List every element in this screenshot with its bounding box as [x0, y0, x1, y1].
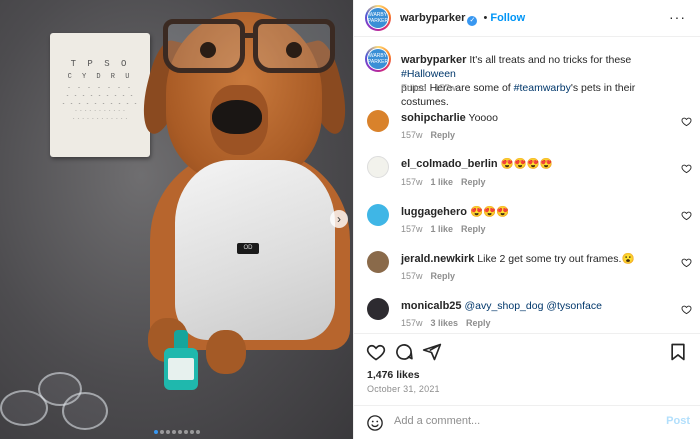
eye-chart-row: - - - - - - - — [67, 85, 133, 91]
post-comment-button[interactable]: Post — [666, 415, 690, 427]
heart-icon[interactable] — [681, 163, 692, 174]
comment-username[interactable]: monicalb25 — [401, 300, 462, 312]
separator-dot: • — [483, 12, 488, 24]
emoji-smiley-icon[interactable] — [366, 414, 384, 432]
comment-age: 157w — [401, 271, 423, 281]
carousel-dot[interactable] — [183, 430, 188, 434]
post-date: October 31, 2021 — [367, 384, 440, 394]
comment-likes[interactable]: 3 likes — [431, 318, 459, 328]
bookmark-icon[interactable] — [668, 342, 688, 362]
post-actions — [354, 333, 700, 363]
carousel-dots — [0, 425, 353, 437]
comment-text: sohipcharlie Yoooo — [401, 111, 676, 125]
coat-badge: OD — [237, 243, 259, 254]
heart-icon[interactable] — [681, 210, 692, 221]
comment-body: 😍😍😍 — [469, 206, 510, 218]
comment-age: 157w — [401, 318, 423, 328]
comment-age: 157w — [401, 177, 423, 187]
comment-meta: 157w 1 like Reply — [401, 177, 486, 187]
carousel-dot[interactable] — [171, 430, 176, 434]
comment-likes[interactable]: 1 like — [431, 177, 454, 187]
caption-text: It's all treats and no tricks for these — [466, 54, 632, 66]
dog-paw-right — [206, 330, 246, 374]
dog-nose — [212, 100, 262, 134]
commenter-avatar[interactable] — [367, 204, 389, 226]
carousel-dot[interactable] — [189, 430, 194, 434]
eye-chart-row: - - - - - - - - - - - - — [72, 117, 128, 121]
heart-icon[interactable] — [681, 116, 692, 127]
eye-chart-row: - - - - - - - - - - - — [74, 109, 126, 113]
avatar-logo-text: WARBY PARKER — [368, 8, 388, 28]
post-side-panel: WARBY PARKER warbyparker ✓ • Follow ··· WA… — [353, 0, 700, 439]
eye-chart-row: T P S O — [70, 59, 130, 69]
carousel-dot[interactable] — [195, 430, 200, 434]
avatar-logo-text: WARBY PARKER — [368, 49, 388, 69]
author-avatar[interactable]: WARBY PARKER — [365, 5, 391, 31]
comment-body: Like 2 get some try out frames.😮 — [477, 253, 635, 265]
eye-chart: T P S O C Y D R U - - - - - - - - - - - … — [50, 33, 150, 157]
author-username[interactable]: warbyparker — [400, 12, 465, 24]
carousel-dot[interactable] — [159, 430, 164, 434]
comment-username[interactable]: jerald.newkirk — [401, 253, 474, 265]
add-comment-bar: Post — [354, 405, 700, 439]
carousel-dot[interactable] — [177, 430, 182, 434]
share-paper-plane-icon[interactable] — [422, 342, 442, 362]
reply-button[interactable]: Reply — [431, 130, 456, 140]
comments-list[interactable]: WARBY PARKER warbyparker It's all treats… — [354, 38, 700, 328]
comment-meta: 157w 1 like Reply — [401, 224, 486, 234]
comment-text: el_colmado_berlin 😍😍😍😍 — [401, 157, 676, 171]
comment-likes[interactable]: 1 like — [431, 224, 454, 234]
dog-glasses — [153, 19, 335, 75]
mention-link[interactable]: @avy_shop_dog — [464, 300, 543, 312]
more-options-icon[interactable]: ··· — [669, 10, 686, 24]
caption-username[interactable]: warbyparker — [401, 54, 466, 66]
caption-meta: Edited · 157w — [401, 83, 457, 93]
eye-drop-bottle — [164, 330, 198, 390]
commenter-avatar[interactable] — [367, 156, 389, 178]
carousel-dot[interactable] — [153, 430, 158, 434]
comment-username[interactable]: el_colmado_berlin — [401, 158, 498, 170]
likes-count[interactable]: 1,476 likes — [367, 369, 420, 381]
comment-bubble-icon[interactable] — [394, 342, 414, 362]
heart-icon[interactable] — [681, 304, 692, 315]
comment-text: jerald.newkirk Like 2 get some try out f… — [401, 252, 676, 266]
commenter-avatar[interactable] — [367, 251, 389, 273]
eye-chart-row: - - - - - - - - - - — [61, 101, 138, 107]
post-photo[interactable]: T P S O C Y D R U - - - - - - - - - - - … — [0, 0, 353, 439]
reply-button[interactable]: Reply — [461, 177, 486, 187]
comment-username[interactable]: luggagehero — [401, 206, 467, 218]
mention-link[interactable]: @tysonface — [546, 300, 602, 312]
comment-input[interactable] — [394, 415, 644, 427]
commenter-avatar[interactable] — [367, 298, 389, 320]
reply-button[interactable]: Reply — [461, 224, 486, 234]
comment-meta: 157w Reply — [401, 130, 455, 140]
like-heart-icon[interactable] — [366, 342, 386, 362]
comment-meta: 157w 3 likes Reply — [401, 318, 491, 328]
hashtag-link[interactable]: #Halloween — [401, 68, 456, 80]
comment-text: monicalb25 @avy_shop_dog @tysonface — [401, 299, 676, 313]
comment-text: luggagehero 😍😍😍 — [401, 205, 676, 219]
caption-avatar[interactable]: WARBY PARKER — [365, 46, 391, 72]
follow-button[interactable]: Follow — [490, 12, 525, 24]
comment-age: 157w — [401, 224, 423, 234]
post-header: WARBY PARKER warbyparker ✓ • Follow ··· — [354, 0, 700, 37]
reply-button[interactable]: Reply — [431, 271, 456, 281]
comment-meta: 157w Reply — [401, 271, 455, 281]
comment-body: Yoooo — [468, 112, 498, 124]
hashtag-link[interactable]: #teamwarby — [514, 82, 571, 94]
comment-age: 157w — [401, 130, 423, 140]
chevron-right-icon[interactable]: › — [330, 210, 348, 228]
heart-icon[interactable] — [681, 257, 692, 268]
eye-chart-row: C Y D R U — [67, 73, 133, 81]
comment-username[interactable]: sohipcharlie — [401, 112, 466, 124]
post-caption: warbyparker It's all treats and no trick… — [401, 53, 676, 109]
eye-chart-row: - - - - - - - - - — [65, 93, 134, 99]
reply-button[interactable]: Reply — [466, 318, 491, 328]
verified-badge-icon: ✓ — [467, 16, 478, 26]
carousel-dot[interactable] — [165, 430, 170, 434]
comment-body: 😍😍😍😍 — [500, 158, 553, 170]
commenter-avatar[interactable] — [367, 110, 389, 132]
